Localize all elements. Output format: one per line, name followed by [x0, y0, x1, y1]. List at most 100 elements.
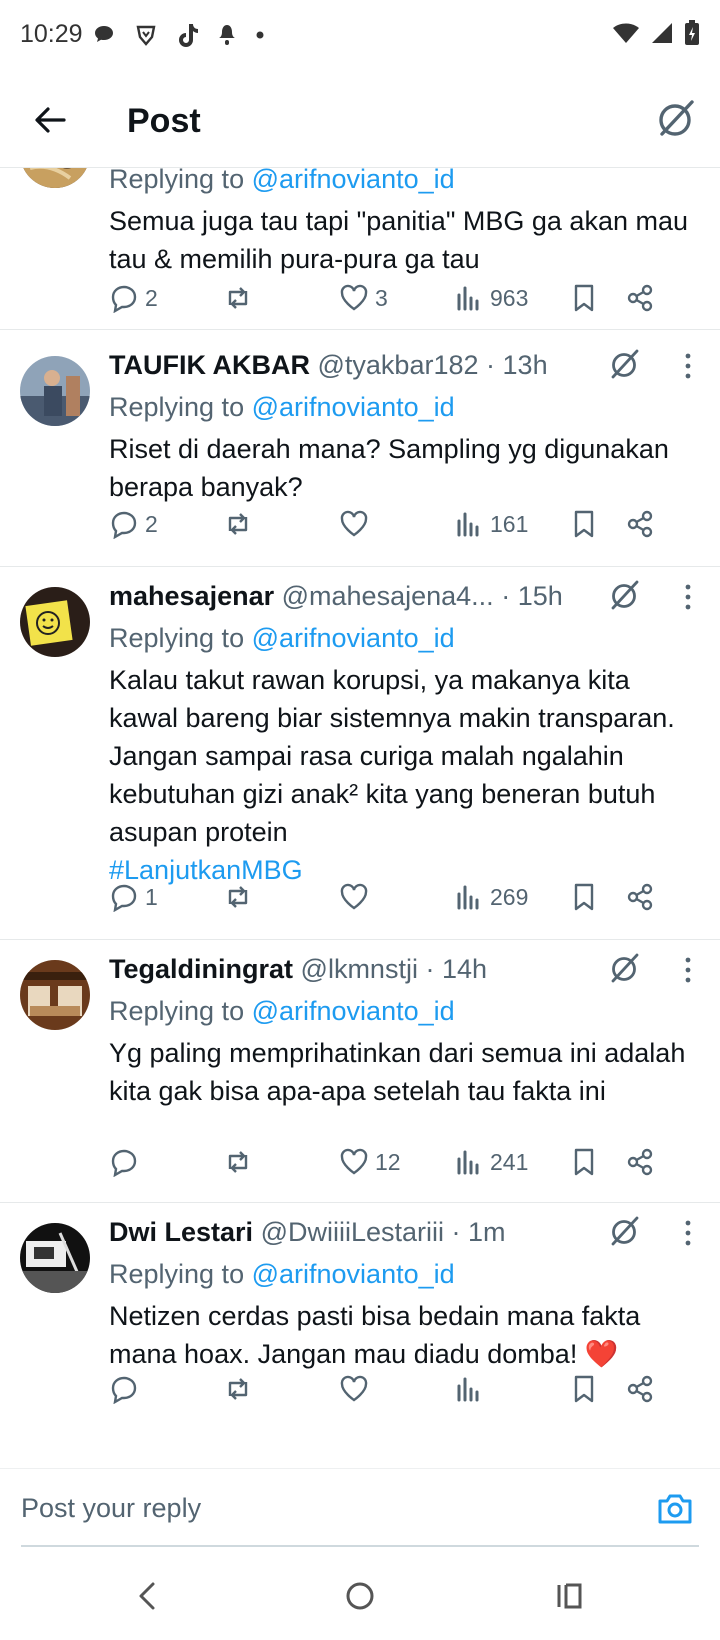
reply-tweet[interactable]: Replying to @arifnovianto_id Semua juga …: [0, 168, 720, 330]
reply-composer[interactable]: Post your reply: [0, 1468, 720, 1548]
repost-icon: [228, 513, 248, 535]
reply-button[interactable]: 1: [109, 879, 158, 915]
replies-feed[interactable]: Replying to @arifnovianto_id Semua juga …: [0, 168, 720, 1468]
replying-to-label: Replying to: [109, 996, 245, 1026]
repost-button[interactable]: [223, 1371, 259, 1407]
tweet-age: 1m: [468, 1217, 506, 1247]
repost-button[interactable]: [223, 1144, 259, 1180]
battery-icon: [685, 20, 699, 45]
bookmark-button[interactable]: [569, 280, 599, 316]
views-icon: [457, 885, 479, 910]
mention-link[interactable]: @arifnovianto_id: [252, 168, 455, 194]
camera-icon[interactable]: [656, 1489, 694, 1527]
grok-icon[interactable]: [606, 1213, 642, 1249]
author-name[interactable]: TAUFIK AKBAR: [109, 350, 310, 380]
heart-icon: [340, 883, 368, 910]
author-handle[interactable]: @tyakbar182: [318, 350, 479, 380]
views-icon: [457, 512, 479, 537]
reply-tweet[interactable]: TAUFIK AKBAR @tyakbar182 · 13h Replying …: [0, 330, 720, 567]
avatar[interactable]: [20, 356, 90, 426]
reply-button[interactable]: [109, 1371, 145, 1407]
like-button[interactable]: [339, 879, 375, 915]
repost-button[interactable]: [223, 506, 259, 542]
repost-icon: [228, 287, 248, 309]
tweet-text: Yg paling memprihatinkan dari semua ini …: [109, 1038, 686, 1106]
views-button[interactable]: 963: [454, 280, 528, 316]
more-options-icon[interactable]: [678, 348, 698, 384]
heart-icon: [340, 284, 368, 311]
reply-tweet[interactable]: mahesajenar @mahesajena4... · 15h Replyi…: [0, 567, 720, 940]
reply-button[interactable]: [109, 1144, 145, 1180]
reply-tweet[interactable]: Dwi Lestari @DwiiiiLestariii · 1m Replyi…: [0, 1203, 720, 1468]
grok-icon[interactable]: [606, 346, 642, 382]
repost-button[interactable]: [223, 879, 259, 915]
share-button[interactable]: [625, 1144, 655, 1180]
bookmark-button[interactable]: [569, 1371, 599, 1407]
mention-link[interactable]: @arifnovianto_id: [252, 996, 455, 1026]
grok-icon[interactable]: [606, 950, 642, 986]
reply-button[interactable]: 2: [109, 280, 158, 316]
views-button[interactable]: [454, 1371, 490, 1407]
share-button[interactable]: [625, 1371, 655, 1407]
like-button[interactable]: [339, 1371, 375, 1407]
status-time: 10:29: [20, 20, 83, 48]
like-button[interactable]: 3: [339, 280, 388, 316]
heart-icon: [340, 510, 368, 537]
share-button[interactable]: [625, 879, 655, 915]
share-icon: [627, 284, 653, 312]
avatar[interactable]: [20, 168, 90, 188]
tweet-actions: [109, 1371, 700, 1407]
more-options-icon[interactable]: [678, 952, 698, 988]
bookmark-icon: [574, 1148, 594, 1176]
share-button[interactable]: [625, 280, 655, 316]
nav-back-icon[interactable]: [130, 1578, 166, 1614]
reply-count: 2: [145, 284, 158, 311]
mention-link[interactable]: @arifnovianto_id: [252, 392, 455, 422]
views-button[interactable]: 161: [454, 506, 528, 542]
reply-tweet[interactable]: Tegaldiningrat @lkmnstji · 14h Replying …: [0, 940, 720, 1203]
mention-link[interactable]: @arifnovianto_id: [252, 1259, 455, 1289]
nav-recents-icon[interactable]: [552, 1578, 588, 1614]
like-button[interactable]: [339, 506, 375, 542]
author-handle[interactable]: @mahesajena4...: [282, 581, 494, 612]
avatar[interactable]: [20, 1223, 90, 1293]
views-button[interactable]: 269: [454, 879, 528, 915]
tweet-text: Kalau takut rawan korupsi, ya makanya ki…: [109, 661, 700, 889]
author-handle[interactable]: @DwiiiiLestariii: [261, 1217, 444, 1247]
heart-icon: [340, 1148, 368, 1175]
repost-button[interactable]: [223, 280, 259, 316]
avatar[interactable]: [20, 960, 90, 1030]
separator-dot: ·: [501, 581, 511, 611]
author-name[interactable]: mahesajenar: [109, 581, 274, 611]
replying-to-label: Replying to: [109, 623, 245, 653]
more-options-icon[interactable]: [678, 579, 698, 615]
tweet-actions: 12 241: [109, 1144, 700, 1180]
replying-to-line: Replying to @arifnovianto_id: [109, 992, 700, 1030]
tweet-actions: 2 161: [109, 506, 700, 542]
views-icon: [457, 286, 479, 311]
author-name[interactable]: Dwi Lestari: [109, 1217, 253, 1247]
grok-icon[interactable]: [606, 577, 642, 613]
reply-button[interactable]: 2: [109, 506, 158, 542]
like-button[interactable]: 12: [339, 1144, 401, 1180]
more-options-icon[interactable]: [678, 1215, 698, 1251]
replying-to-line: Replying to @arifnovianto_id: [109, 619, 700, 657]
author-handle[interactable]: @lkmnstji: [301, 954, 418, 984]
status-bar: 10:29: [0, 0, 720, 70]
bookmark-button[interactable]: [569, 1144, 599, 1180]
share-button[interactable]: [625, 506, 655, 542]
like-count: 3: [375, 284, 388, 311]
reply-input[interactable]: Post your reply: [21, 1493, 201, 1524]
view-count: 161: [490, 510, 529, 537]
mention-link[interactable]: @arifnovianto_id: [252, 623, 455, 653]
author-name[interactable]: Tegaldiningrat: [109, 954, 293, 984]
views-button[interactable]: 241: [454, 1144, 528, 1180]
nav-home-icon[interactable]: [342, 1578, 378, 1614]
reply-icon: [111, 285, 137, 313]
back-arrow-icon[interactable]: [30, 100, 70, 140]
bookmark-button[interactable]: [569, 506, 599, 542]
grok-icon[interactable]: [652, 96, 698, 142]
bookmark-button[interactable]: [569, 879, 599, 915]
avatar[interactable]: [20, 587, 90, 657]
share-icon: [627, 510, 653, 538]
